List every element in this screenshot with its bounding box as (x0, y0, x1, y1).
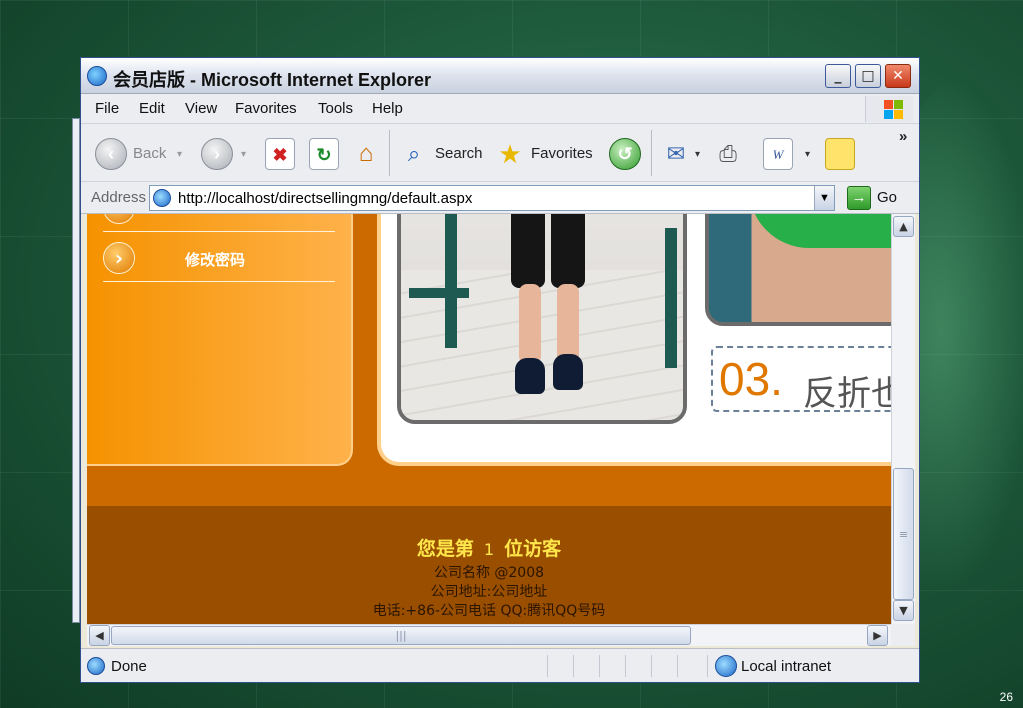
mail-icon[interactable]: ✉ (661, 138, 691, 170)
forward-arrow-icon[interactable]: › (201, 138, 233, 170)
address-input[interactable]: http://localhost/directsellingmng/defaul… (149, 185, 835, 211)
go-arrow-icon[interactable]: → (847, 186, 871, 210)
scroll-left-icon[interactable]: ◀ (89, 625, 110, 646)
standard-toolbar: ‹ Back ▾ › ▾ ✖ ↻ ⌂ ⌕ Search ★ Favorites … (81, 124, 919, 182)
menu-item-label[interactable]: 修改密码 (185, 249, 245, 270)
intranet-zone-icon (715, 655, 737, 677)
maximize-button[interactable]: □ (855, 64, 881, 88)
address-dropdown-icon[interactable]: ▼ (814, 186, 834, 210)
tag-text: 反折也 (803, 374, 891, 414)
product-photo (397, 214, 687, 424)
menu-help[interactable]: Help (372, 100, 403, 117)
footer-company: 公司名称 @2008 (433, 565, 545, 581)
toolbar-separator (389, 130, 390, 176)
member-menu-panel: › › 修改密码 (87, 214, 353, 466)
status-text: Done (111, 658, 147, 675)
scroll-up-icon[interactable]: ▲ (893, 216, 914, 237)
search-icon[interactable]: ⌕ (399, 138, 429, 170)
background-window-edge (72, 118, 80, 623)
scroll-right-icon[interactable]: ▶ (867, 625, 888, 646)
print-icon[interactable]: ⎙ (713, 138, 743, 170)
title-bar[interactable]: 会员店版 - Microsoft Internet Explorer _ □ ✕ (81, 58, 919, 94)
product-tag: 03. 反折也 (711, 346, 891, 414)
product-photo-2 (705, 214, 891, 326)
forward-dropdown-icon[interactable]: ▾ (241, 149, 246, 160)
go-button-label[interactable]: Go (877, 189, 897, 206)
toolbar-separator (651, 130, 652, 176)
favorites-star-icon[interactable]: ★ (495, 138, 525, 170)
menu-file[interactable]: File (95, 100, 119, 117)
note-icon[interactable] (825, 138, 855, 170)
footer-address: 公司地址:公司地址 (430, 584, 548, 600)
page-footer: 您是第 1 位访客 公司名称 @2008 公司地址:公司地址 电话:+86-公司电话… (87, 506, 891, 624)
menu-arrow-icon: › (103, 242, 135, 274)
menu-tools[interactable]: Tools (318, 100, 353, 117)
vertical-scroll-thumb[interactable]: ≡ (893, 468, 914, 600)
window-title: 会员店版 - Microsoft Internet Explorer (113, 70, 432, 90)
tag-number: 03. (719, 353, 783, 405)
vertical-scrollbar[interactable]: ▲ ≡ ▼ (891, 214, 915, 624)
page-icon (153, 189, 171, 207)
edit-dropdown-icon[interactable]: ▾ (805, 149, 810, 160)
ie-window: 会员店版 - Microsoft Internet Explorer _ □ ✕… (80, 57, 920, 683)
visitor-count: 1 (483, 540, 495, 559)
horizontal-scrollbar[interactable]: ◀ ||| ▶ (87, 624, 891, 646)
mail-dropdown-icon[interactable]: ▾ (695, 149, 700, 160)
menu-arrow-icon: › (103, 214, 135, 224)
page-viewport: › › 修改密码 0 (87, 214, 891, 624)
product-showcase: 03. 反折也 (377, 214, 891, 466)
security-zone-label: Local intranet (741, 658, 832, 675)
ie-icon (87, 66, 107, 86)
menu-edit[interactable]: Edit (139, 100, 165, 117)
address-label: Address (91, 189, 147, 206)
favorites-button-label[interactable]: Favorites (531, 145, 593, 162)
menu-view[interactable]: View (185, 100, 217, 117)
toolbar-overflow-icon[interactable]: » (899, 128, 907, 145)
history-icon[interactable]: ↺ (609, 138, 641, 170)
status-bar: Done Local intranet (81, 648, 919, 682)
home-icon[interactable]: ⌂ (351, 138, 381, 170)
menu-bar: File Edit View Favorites Tools Help (81, 94, 919, 124)
slide-number: 26 (999, 690, 1013, 704)
edit-word-icon[interactable]: W (763, 138, 793, 170)
stop-icon[interactable]: ✖ (265, 138, 295, 170)
horizontal-scroll-thumb[interactable]: ||| (111, 626, 691, 645)
minimize-button[interactable]: _ (825, 64, 851, 88)
scroll-down-icon[interactable]: ▼ (893, 600, 914, 621)
menu-item-hidden[interactable]: › (103, 214, 335, 232)
visitor-counter: 您是第 1 位访客 (416, 538, 562, 560)
menu-favorites[interactable]: Favorites (235, 100, 297, 117)
menu-item-change-password[interactable]: › 修改密码 (103, 234, 335, 282)
search-button-label[interactable]: Search (435, 145, 483, 162)
close-button[interactable]: ✕ (885, 64, 911, 88)
footer-contact: 电话:+86-公司电话 QQ:腾讯QQ号码 (372, 603, 606, 619)
scrollbar-corner (891, 624, 915, 646)
windows-logo-icon (865, 96, 913, 122)
back-dropdown-icon[interactable]: ▾ (177, 149, 182, 160)
address-url[interactable]: http://localhost/directsellingmng/defaul… (178, 190, 472, 207)
back-arrow-icon[interactable]: ‹ (95, 138, 127, 170)
refresh-icon[interactable]: ↻ (309, 138, 339, 170)
status-page-icon (87, 657, 105, 675)
address-bar: Address http://localhost/directsellingmn… (81, 182, 919, 214)
back-button-label[interactable]: Back (133, 145, 166, 162)
